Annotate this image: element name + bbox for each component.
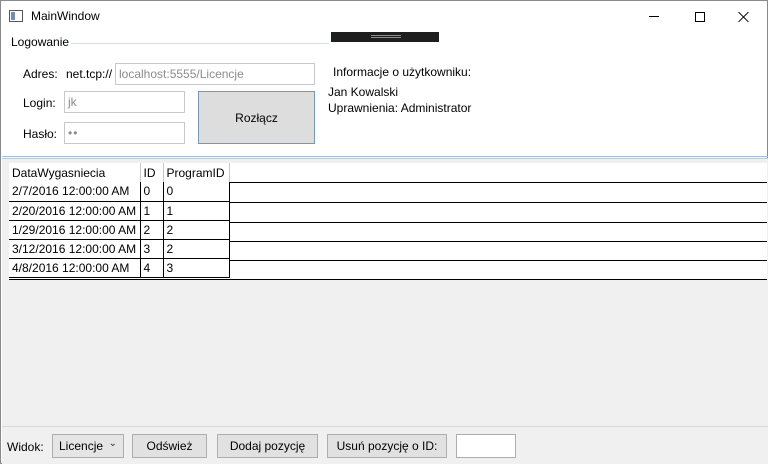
- main-window: MainWindow Logowanie Adres: net.tcp:// l…: [0, 0, 768, 464]
- cell-programid[interactable]: 2: [163, 239, 230, 259]
- password-input[interactable]: ••: [64, 122, 185, 144]
- table-row[interactable]: 3/12/2016 12:00:00 AM 3 2: [9, 239, 230, 259]
- cell-id[interactable]: 2: [140, 220, 164, 240]
- cell-id[interactable]: 4: [140, 258, 164, 278]
- add-item-button[interactable]: Dodaj pozycję: [217, 434, 318, 458]
- close-button[interactable]: [721, 1, 767, 32]
- login-group-legend: Logowanie: [11, 35, 70, 49]
- address-input[interactable]: localhost:5555/Licencje: [115, 63, 315, 85]
- password-label: Hasło:: [23, 127, 58, 141]
- table-row[interactable]: 4/8/2016 12:00:00 AM 4 3: [9, 258, 230, 278]
- group-border: [71, 43, 329, 44]
- column-header-programid[interactable]: ProgramID: [163, 163, 230, 182]
- data-grid-area[interactable]: DataWygasniecia ID ProgramID 2/7/2016 12…: [2, 158, 768, 426]
- table-row[interactable]: 1/29/2016 12:00:00 AM 2 2: [9, 220, 230, 240]
- title-bar[interactable]: MainWindow: [1, 1, 767, 32]
- chevron-down-icon: ⌄: [108, 438, 117, 449]
- window-app-icon: [9, 10, 23, 22]
- close-icon: [738, 11, 750, 23]
- cell-programid[interactable]: 3: [163, 258, 230, 278]
- grid-header-row: DataWygasniecia ID ProgramID: [9, 163, 230, 182]
- view-select[interactable]: Licencje ⌄: [52, 434, 124, 458]
- address-prefix: net.tcp://: [66, 67, 113, 81]
- cell-id[interactable]: 1: [140, 201, 164, 221]
- cell-date[interactable]: 2/20/2016 12:00:00 AM: [9, 201, 141, 221]
- remove-id-input[interactable]: [456, 434, 516, 458]
- column-header-datawygasniecia[interactable]: DataWygasniecia: [9, 163, 141, 182]
- cell-programid[interactable]: 0: [163, 182, 230, 202]
- cell-id[interactable]: 0: [140, 182, 164, 202]
- address-label: Adres:: [23, 67, 58, 81]
- group-divider: [2, 156, 768, 157]
- maximize-button[interactable]: [677, 1, 723, 32]
- splitter-grip[interactable]: [331, 32, 439, 42]
- user-info-heading: Informacje o użytkowniku:: [333, 65, 472, 79]
- cell-programid[interactable]: 1: [163, 201, 230, 221]
- cell-date[interactable]: 4/8/2016 12:00:00 AM: [9, 258, 141, 278]
- table-row[interactable]: 2/20/2016 12:00:00 AM 1 1: [9, 201, 230, 221]
- minimize-button[interactable]: [631, 1, 677, 32]
- disconnect-button[interactable]: Rozłącz: [198, 91, 315, 144]
- view-select-value: Licencje: [59, 439, 104, 453]
- data-grid[interactable]: DataWygasniecia ID ProgramID 2/7/2016 12…: [9, 163, 230, 278]
- bottom-toolbar: Widok: Licencje ⌄ Odśwież Dodaj pozycję …: [2, 426, 768, 464]
- window-title: MainWindow: [31, 9, 100, 23]
- cell-programid[interactable]: 2: [163, 220, 230, 240]
- cell-date[interactable]: 1/29/2016 12:00:00 AM: [9, 220, 141, 240]
- cell-date[interactable]: 3/12/2016 12:00:00 AM: [9, 239, 141, 259]
- remove-item-button[interactable]: Usuń pozycję o ID:: [327, 434, 447, 458]
- cell-id[interactable]: 3: [140, 239, 164, 259]
- login-label: Login:: [23, 96, 56, 110]
- maximize-icon: [695, 11, 705, 22]
- column-header-id[interactable]: ID: [140, 163, 164, 182]
- row-divider: [9, 279, 767, 280]
- user-name: Jan Kowalski: [328, 85, 399, 99]
- minimize-icon: [649, 16, 659, 17]
- table-row[interactable]: 2/7/2016 12:00:00 AM 0 0: [9, 182, 230, 202]
- user-permissions: Uprawnienia: Administrator: [328, 101, 472, 115]
- view-label: Widok:: [7, 440, 44, 454]
- cell-date[interactable]: 2/7/2016 12:00:00 AM: [9, 182, 141, 202]
- grip-icon: [371, 35, 401, 38]
- refresh-button[interactable]: Odśwież: [132, 434, 207, 458]
- login-input[interactable]: jk: [64, 91, 185, 113]
